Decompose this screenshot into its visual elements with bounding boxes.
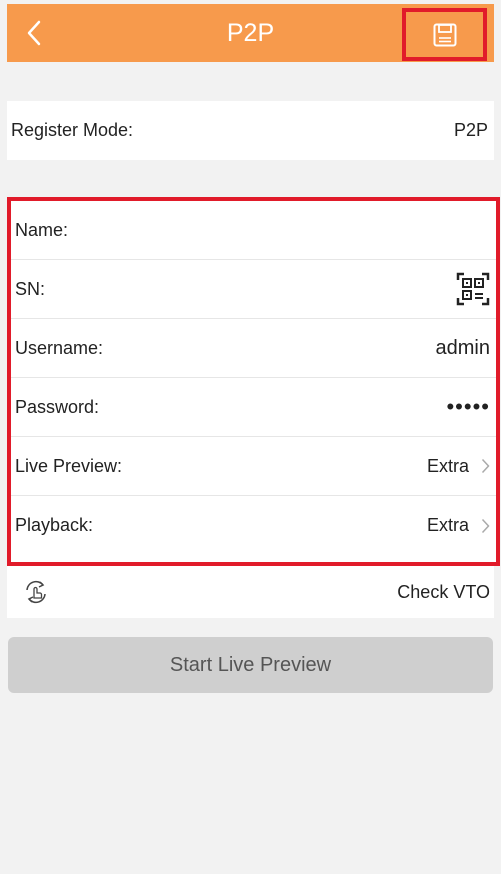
username-field[interactable]: admin — [436, 337, 490, 360]
chevron-right-icon — [481, 458, 490, 474]
playback-value: Extra — [426, 515, 469, 535]
start-live-preview-button[interactable]: Start Live Preview — [8, 637, 493, 693]
username-row[interactable]: Username: admin — [11, 319, 496, 378]
save-icon — [433, 23, 456, 46]
playback-row[interactable]: Playback: Extra — [11, 496, 496, 555]
chevron-left-icon — [27, 20, 41, 46]
qr-scan-icon[interactable] — [456, 272, 490, 306]
live-preview-value: Extra — [426, 455, 469, 476]
check-vto-label[interactable]: Check VTO — [397, 582, 494, 603]
playback-label: Playback: — [15, 515, 94, 535]
password-label: Password: — [15, 396, 100, 417]
live-preview-row[interactable]: Live Preview: Extra — [11, 437, 496, 496]
sn-label: SN: — [15, 278, 46, 299]
register-mode-label: Register Mode: — [11, 120, 134, 140]
live-preview-label: Live Preview: — [15, 455, 123, 476]
name-row[interactable]: Name: — [11, 201, 496, 260]
password-field[interactable]: ••••• — [446, 396, 490, 418]
name-label: Name: — [15, 219, 69, 240]
save-button[interactable] — [402, 8, 487, 61]
device-form: Name: SN: Username: admin Password: ••••… — [7, 197, 500, 566]
password-row[interactable]: Password: ••••• — [11, 378, 496, 437]
rotate-hand-icon[interactable] — [21, 577, 51, 607]
register-mode-row: Register Mode: P2P — [7, 101, 494, 160]
register-mode-value: P2P — [453, 120, 488, 140]
back-button[interactable] — [19, 16, 49, 50]
sn-row[interactable]: SN: — [11, 260, 496, 319]
check-vto-row[interactable]: Check VTO — [7, 566, 494, 618]
chevron-right-icon — [481, 518, 490, 533]
username-label: Username: — [15, 337, 104, 358]
